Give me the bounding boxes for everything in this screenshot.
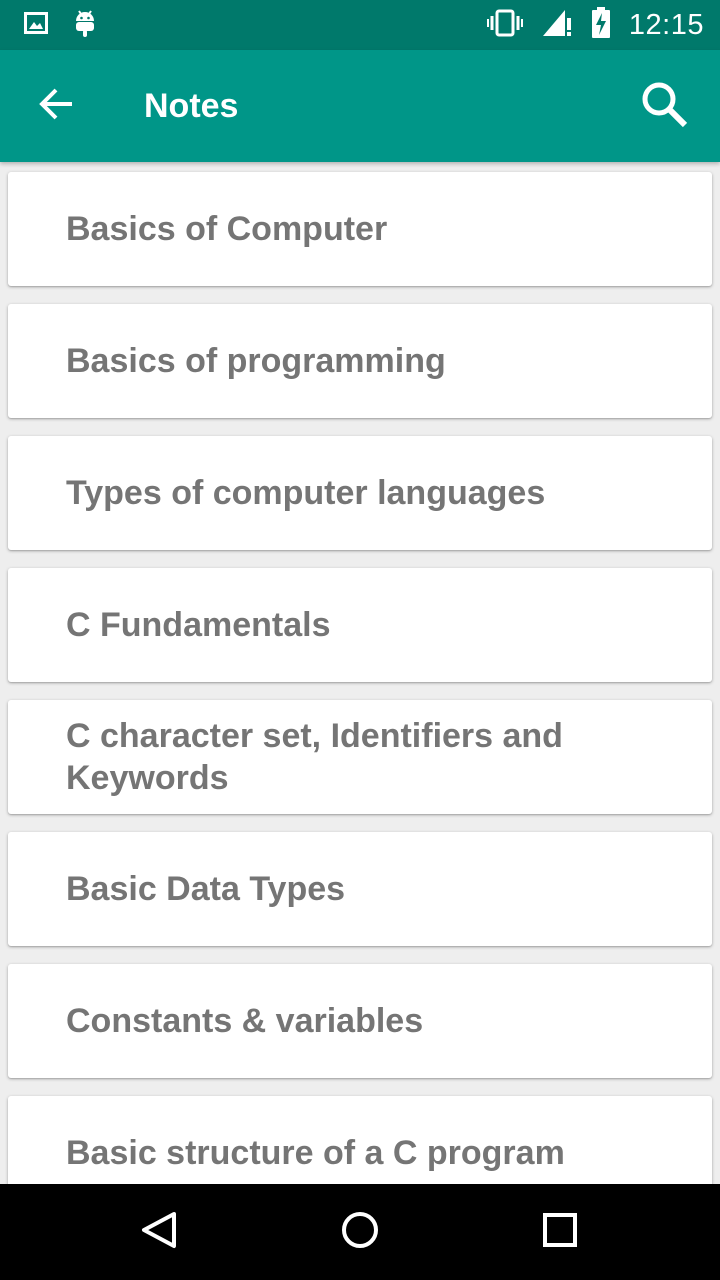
nav-recents-button[interactable] — [510, 1184, 610, 1280]
list-item-label: Basic structure of a C program — [66, 1134, 565, 1172]
page-title: Notes — [144, 86, 239, 125]
list-item[interactable]: Constants & variables — [8, 964, 712, 1078]
notes-list[interactable]: Basics of Computer Basics of programming… — [0, 162, 720, 1184]
battery-charging-icon — [591, 6, 611, 44]
status-time: 12:15 — [628, 8, 704, 41]
list-item[interactable]: Basics of programming — [8, 304, 712, 418]
signal-icon — [541, 8, 573, 43]
list-item[interactable]: C character set, Identifiers and Keyword… — [8, 700, 712, 814]
nav-back-button[interactable] — [110, 1184, 210, 1280]
image-icon — [24, 11, 48, 39]
android-icon — [74, 8, 96, 43]
list-item[interactable]: Basics of Computer — [8, 172, 712, 286]
list-item-label: C Fundamentals — [66, 606, 331, 644]
app-bar: Notes — [0, 50, 720, 162]
list-item[interactable]: Basic Data Types — [8, 832, 712, 946]
arrow-left-icon — [38, 86, 74, 127]
list-item-label: C character set, Identifiers and Keyword… — [66, 717, 563, 797]
nav-home-button[interactable] — [310, 1184, 410, 1280]
list-item-label: Constants & variables — [66, 1002, 424, 1040]
vibrate-icon — [486, 9, 523, 42]
list-item-label: Basics of programming — [66, 342, 446, 380]
list-item[interactable]: Types of computer languages — [8, 436, 712, 550]
search-button[interactable] — [608, 50, 720, 162]
search-icon — [640, 80, 688, 133]
list-item[interactable]: Basic structure of a C program — [8, 1096, 712, 1184]
status-bar: 12:15 — [0, 0, 720, 50]
list-item[interactable]: C Fundamentals — [8, 568, 712, 682]
system-nav-bar — [0, 1184, 720, 1280]
back-button[interactable] — [0, 50, 112, 162]
list-item-label: Basics of Computer — [66, 210, 388, 248]
list-item-label: Basic Data Types — [66, 870, 346, 908]
back-triangle-icon — [140, 1210, 180, 1255]
recents-square-icon — [542, 1212, 578, 1253]
home-circle-icon — [340, 1210, 380, 1255]
list-item-label: Types of computer languages — [66, 474, 546, 512]
